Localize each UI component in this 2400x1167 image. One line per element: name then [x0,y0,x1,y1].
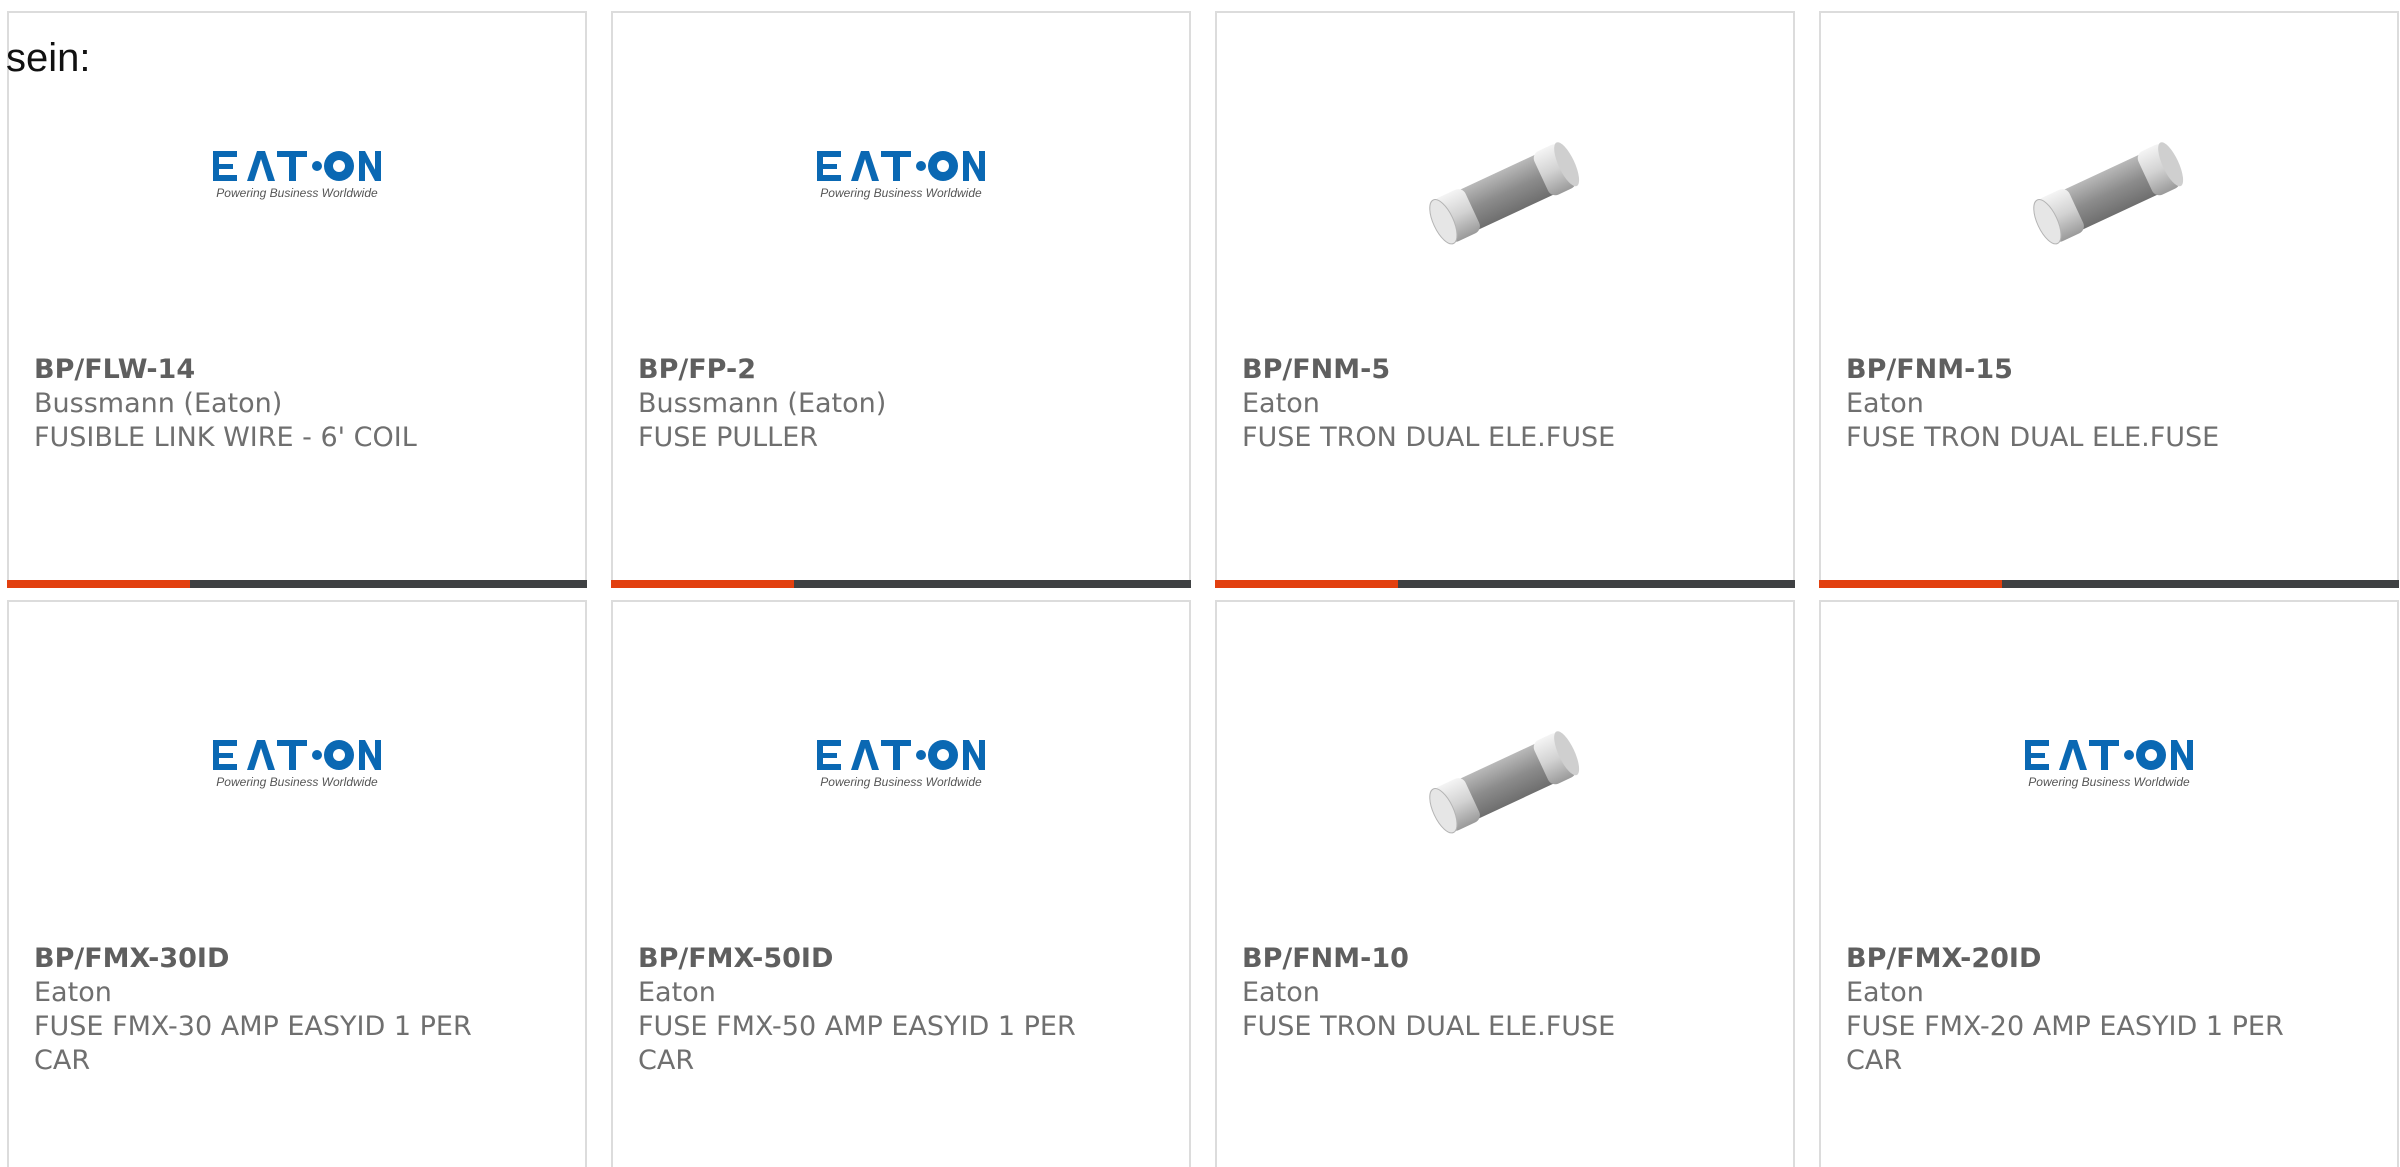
brand-name: Eaton [1242,388,1320,419]
brand-name: Eaton [1846,388,1924,419]
intro-text: sein: [6,36,91,80]
product-info: BP/FMX-30ID Eaton FUSE FMX-30 AMP EASYID… [34,942,474,1078]
product-info: BP/FNM-5 Eaton FUSE TRON DUAL ELE.FUSE [1242,353,1682,455]
card-bottom-bar [7,580,587,588]
product-card[interactable]: Powering Business Worldwide BP/FLW-14 Bu… [7,11,587,588]
brand-name: Eaton [1242,977,1320,1008]
product-info: BP/FNM-10 Eaton FUSE TRON DUAL ELE.FUSE [1242,942,1682,1044]
description-line: FUSE FMX-20 AMP EASYID 1 PER [1846,1011,2284,1042]
part-number[interactable]: BP/FNM-10 [1242,942,1682,976]
svg-text:Powering Business Worldwide: Powering Business Worldwide [820,775,982,789]
svg-text:Powering Business Worldwide: Powering Business Worldwide [216,775,378,789]
product-info: BP/FP-2 Bussmann (Eaton) FUSE PULLER [638,353,1078,455]
product-info: BP/FNM-15 Eaton FUSE TRON DUAL ELE.FUSE [1846,353,2286,455]
description-line-2: CAR [34,1045,91,1076]
product-card[interactable]: Powering Business Worldwide BP/FMX-30ID … [7,600,587,1167]
card-bottom-bar [1215,580,1795,588]
product-thumb[interactable]: Powering Business Worldwide [9,722,585,862]
product-thumb[interactable] [1217,722,1793,862]
description-line: FUSE FMX-50 AMP EASYID 1 PER [638,1011,1076,1042]
description-line: FUSIBLE LINK WIRE - 6' COIL [34,422,417,453]
eaton-logo: Powering Business Worldwide [2025,740,2193,789]
part-number[interactable]: BP/FP-2 [638,353,1078,387]
product-thumb[interactable] [1821,133,2397,273]
description-line: FUSE TRON DUAL ELE.FUSE [1846,422,2220,453]
brand-name: Eaton [638,977,716,1008]
description-line: FUSE FMX-30 AMP EASYID 1 PER [34,1011,472,1042]
brand-name: Bussmann (Eaton) [638,388,887,419]
description-line: FUSE PULLER [638,422,819,453]
description-line: FUSE TRON DUAL ELE.FUSE [1242,1011,1616,1042]
brand-name: Bussmann (Eaton) [34,388,283,419]
card-accent-bar [1819,580,2002,588]
product-card[interactable]: BP/FNM-10 Eaton FUSE TRON DUAL ELE.FUSE [1215,600,1795,1167]
card-accent-bar [7,580,190,588]
product-info: BP/FMX-50ID Eaton FUSE FMX-50 AMP EASYID… [638,942,1078,1078]
card-accent-bar [611,580,794,588]
part-number[interactable]: BP/FMX-20ID [1846,942,2286,976]
product-card[interactable]: BP/FNM-15 Eaton FUSE TRON DUAL ELE.FUSE [1819,11,2399,588]
svg-text:Powering Business Worldwide: Powering Business Worldwide [820,186,982,200]
product-info: BP/FLW-14 Bussmann (Eaton) FUSIBLE LINK … [34,353,474,455]
product-thumb[interactable]: Powering Business Worldwide [613,722,1189,862]
product-thumb[interactable]: Powering Business Worldwide [9,133,585,273]
eaton-logo: Powering Business Worldwide [213,151,381,200]
part-number[interactable]: BP/FLW-14 [34,353,474,387]
description-line-2: CAR [638,1045,695,1076]
description-line-2: CAR [1846,1045,1903,1076]
eaton-logo: Powering Business Worldwide [213,740,381,789]
part-number[interactable]: BP/FMX-50ID [638,942,1078,976]
product-card[interactable]: Powering Business Worldwide BP/FMX-50ID … [611,600,1191,1167]
product-info: BP/FMX-20ID Eaton FUSE FMX-20 AMP EASYID… [1846,942,2286,1078]
product-thumb[interactable]: Powering Business Worldwide [613,133,1189,273]
brand-name: Eaton [1846,977,1924,1008]
svg-text:Powering Business Worldwide: Powering Business Worldwide [216,186,378,200]
fuse-image [2033,142,2184,245]
product-card[interactable]: BP/FNM-5 Eaton FUSE TRON DUAL ELE.FUSE [1215,11,1795,588]
part-number[interactable]: BP/FNM-5 [1242,353,1682,387]
product-thumb[interactable]: Powering Business Worldwide [1821,722,2397,862]
eaton-logo: Powering Business Worldwide [817,151,985,200]
product-card[interactable]: Powering Business Worldwide BP/FP-2 Buss… [611,11,1191,588]
product-card[interactable]: Powering Business Worldwide BP/FMX-20ID … [1819,600,2399,1167]
card-bottom-bar [1819,580,2399,588]
fuse-image [1429,731,1580,834]
product-thumb[interactable] [1217,133,1793,273]
part-number[interactable]: BP/FMX-30ID [34,942,474,976]
part-number[interactable]: BP/FNM-15 [1846,353,2286,387]
product-grid-page: sein: Powering Business Worldwide BP/FLW… [0,0,2400,1167]
fuse-image [1429,142,1580,245]
description-line: FUSE TRON DUAL ELE.FUSE [1242,422,1616,453]
svg-text:Powering Business Worldwide: Powering Business Worldwide [2028,775,2190,789]
eaton-logo: Powering Business Worldwide [817,740,985,789]
brand-name: Eaton [34,977,112,1008]
card-bottom-bar [611,580,1191,588]
card-accent-bar [1215,580,1398,588]
